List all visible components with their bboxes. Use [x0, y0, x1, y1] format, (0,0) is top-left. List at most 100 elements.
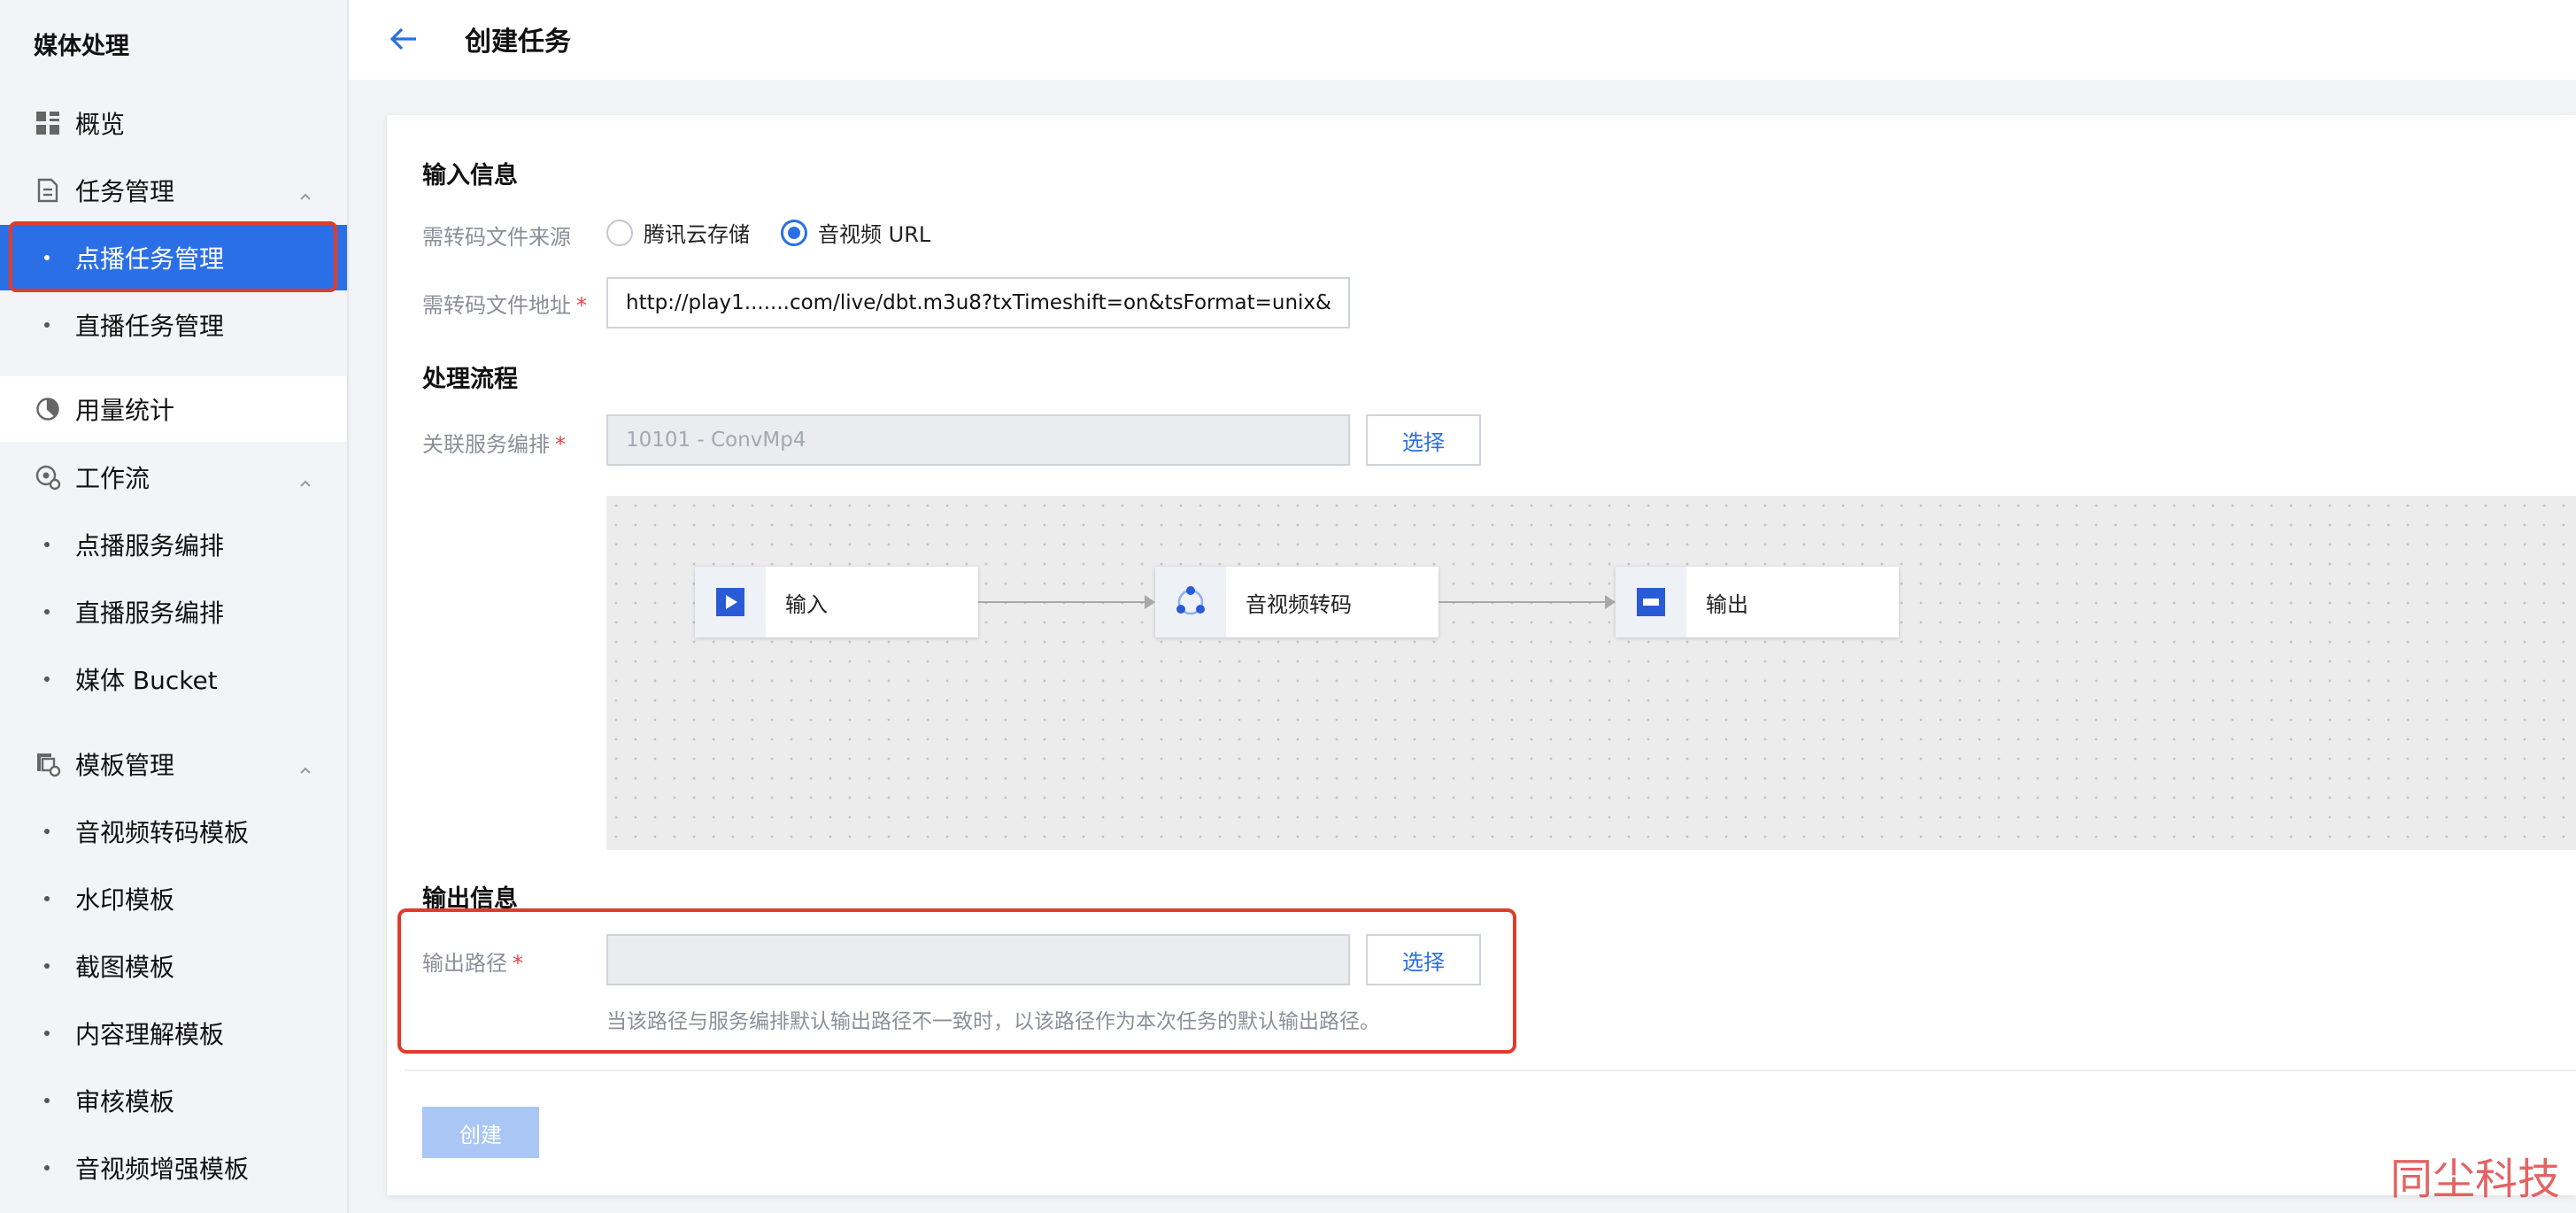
- bullet-dot: [44, 829, 50, 834]
- sidebar-item-label: 直播任务管理: [75, 312, 225, 341]
- service-label-text: 关联服务编排: [422, 432, 550, 457]
- required-mark: *: [576, 293, 587, 318]
- pie-chart-icon: [34, 395, 62, 423]
- sidebar-item-label: 审核模板: [75, 1087, 175, 1116]
- select-output-path-button[interactable]: 选择: [1366, 934, 1481, 985]
- sidebar-item-label: 任务管理: [75, 177, 175, 206]
- sidebar-item-enhancement-template[interactable]: 音视频增强模板: [0, 1135, 347, 1201]
- output-icon: [1616, 567, 1686, 637]
- sidebar-item-live-task-management[interactable]: 直播任务管理: [0, 292, 347, 358]
- sidebar-item-vod-service-orchestration[interactable]: 点播服务编排: [0, 512, 347, 577]
- sidebar-item-label: 媒体 Bucket: [75, 666, 218, 695]
- arrow-right-icon: [1145, 595, 1155, 609]
- sidebar-item-label: 点播服务编排: [75, 531, 225, 560]
- sidebar-title: 媒体处理: [34, 33, 129, 60]
- radio-label: 音视频 URL: [818, 222, 931, 247]
- output-path-label: 输出路径 *: [422, 946, 523, 977]
- output-path-input[interactable]: [606, 934, 1350, 985]
- bullet-dot: [44, 896, 50, 901]
- output-section-title: 输出信息: [422, 885, 518, 913]
- service-label: 关联服务编排 *: [422, 427, 566, 458]
- radio-circle: [606, 219, 633, 246]
- back-arrow-icon[interactable]: [384, 19, 423, 58]
- sidebar-item-label: 内容理解模板: [75, 1020, 225, 1049]
- radio-media-url[interactable]: 音视频 URL: [781, 217, 930, 248]
- bullet-dot: [44, 1098, 50, 1103]
- sidebar-item-label: 水印模板: [75, 885, 175, 915]
- input-section-title: 输入信息: [422, 162, 518, 189]
- source-label-text: 需转码文件来源: [422, 225, 571, 250]
- flow-node-output[interactable]: 输出: [1616, 567, 1899, 637]
- file-address-input[interactable]: [606, 277, 1350, 328]
- bullet-dot: [44, 609, 50, 614]
- chevron-up-icon[interactable]: [297, 469, 313, 487]
- sidebar-item-watermark-template[interactable]: 水印模板: [0, 866, 347, 931]
- bullet-dot: [44, 1165, 50, 1171]
- bullet-dot: [44, 322, 50, 328]
- watermark: 同尘科技: [2389, 1155, 2560, 1204]
- sidebar-item-label: 模板管理: [75, 751, 175, 780]
- dashboard-grid-icon: [34, 109, 62, 137]
- sidebar-item-overview[interactable]: 概览: [0, 90, 347, 156]
- sidebar-group-task-management[interactable]: 任务管理: [0, 158, 347, 223]
- sidebar-group-workflow[interactable]: 工作流: [0, 444, 347, 510]
- required-mark: *: [513, 951, 523, 976]
- document-icon: [34, 176, 62, 205]
- process-section-title: 处理流程: [422, 366, 518, 393]
- source-label: 需转码文件来源: [422, 220, 571, 251]
- sidebar-item-label: 截图模板: [75, 953, 175, 982]
- select-service-button[interactable]: 选择: [1366, 414, 1481, 466]
- arrow-right-icon: [1605, 595, 1616, 609]
- sidebar: 媒体处理 概览 任务管理 点播任务管理 直播任务管理 用量统计 工作流 点播服务…: [0, 0, 349, 1213]
- flow-connector: [1438, 601, 1605, 603]
- sidebar-item-media-bucket[interactable]: 媒体 Bucket: [0, 646, 347, 712]
- chevron-up-icon[interactable]: [297, 756, 313, 774]
- radio-tencent-cloud-storage[interactable]: 腾讯云存储: [606, 217, 750, 248]
- sidebar-item-label: 点播任务管理: [75, 244, 225, 274]
- flow-node-label: 输入: [785, 591, 828, 617]
- sidebar-item-transcode-template[interactable]: 音视频转码模板: [0, 799, 347, 864]
- flow-node-transcode[interactable]: 音视频转码: [1155, 567, 1438, 637]
- divider: [405, 1070, 2576, 1071]
- workflow-icon: [34, 463, 62, 491]
- bullet-dot: [44, 1031, 50, 1036]
- output-path-label-text: 输出路径: [422, 951, 507, 976]
- flow-node-label: 输出: [1706, 591, 1748, 617]
- chevron-up-icon[interactable]: [297, 182, 313, 200]
- bullet-dot: [44, 255, 50, 260]
- output-path-hint: 当该路径与服务编排默认输出路径不一致时，以该路径作为本次任务的默认输出路径。: [606, 1010, 1380, 1033]
- sidebar-item-usage-statistics[interactable]: 用量统计: [0, 376, 347, 442]
- page-header: 创建任务: [349, 0, 2576, 80]
- sidebar-item-label: 工作流: [75, 464, 150, 493]
- play-icon: [695, 567, 766, 637]
- page-title: 创建任务: [465, 27, 571, 58]
- bullet-dot: [44, 542, 50, 547]
- radio-label: 腾讯云存储: [644, 222, 750, 247]
- flow-canvas: 输入 音视频转码 输出: [606, 496, 2576, 850]
- template-icon: [34, 750, 62, 778]
- sidebar-item-label: 音视频增强模板: [75, 1155, 250, 1184]
- flow-node-label: 音视频转码: [1246, 591, 1352, 617]
- bullet-dot: [44, 676, 50, 682]
- sidebar-item-label: 直播服务编排: [75, 599, 225, 628]
- sidebar-item-content-understanding-template[interactable]: 内容理解模板: [0, 1001, 347, 1066]
- sidebar-item-review-template[interactable]: 审核模板: [0, 1068, 347, 1133]
- bullet-dot: [44, 963, 50, 969]
- sidebar-item-label: 音视频转码模板: [75, 818, 250, 847]
- create-task-form: 输入信息 需转码文件来源 腾讯云存储 音视频 URL 需转码文件地址* 处理流程…: [387, 115, 2576, 1195]
- radio-circle: [781, 219, 807, 246]
- sidebar-group-template-management[interactable]: 模板管理: [0, 731, 347, 797]
- address-label-text: 需转码文件地址: [422, 293, 571, 318]
- service-orchestration-input: [606, 414, 1350, 466]
- address-label: 需转码文件地址 *: [422, 288, 587, 319]
- sidebar-item-screenshot-template[interactable]: 截图模板: [0, 933, 347, 999]
- required-mark: *: [555, 432, 566, 457]
- flow-connector: [978, 601, 1145, 603]
- sidebar-item-label: 用量统计: [75, 396, 175, 425]
- create-button[interactable]: 创建: [422, 1107, 539, 1158]
- sidebar-item-live-service-orchestration[interactable]: 直播服务编排: [0, 579, 347, 645]
- flow-node-input[interactable]: 输入: [695, 567, 978, 637]
- sidebar-item-label: 概览: [75, 110, 126, 139]
- transcode-icon: [1155, 567, 1226, 637]
- sidebar-item-vod-task-management[interactable]: 点播任务管理: [0, 225, 347, 290]
